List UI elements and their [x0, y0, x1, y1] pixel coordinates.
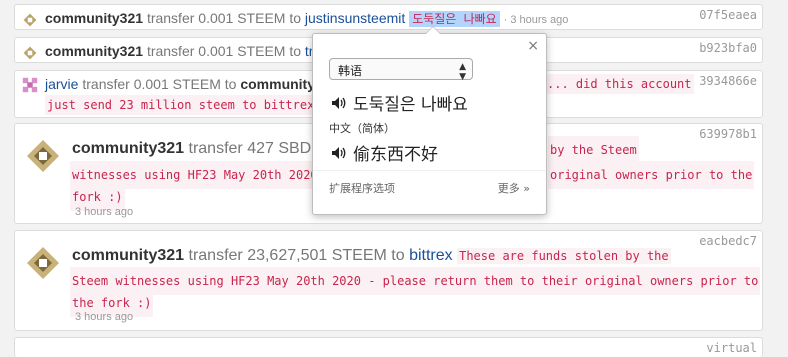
extension-options-link[interactable]: 扩展程序选项: [329, 180, 395, 196]
more-link[interactable]: 更多 »: [498, 180, 530, 196]
translation-text: 偷东西不好: [353, 145, 438, 165]
action-text: transfer 427 SBD: [188, 140, 312, 157]
memo-text: just send 23 million steem to bittrex: [45, 95, 317, 115]
memo-text: ... did this account: [545, 74, 694, 94]
row-text: community321 transfer 0.001 STEEM to jus…: [45, 5, 568, 33]
translation-row: 偷东西不好: [331, 140, 438, 165]
author-link[interactable]: community321: [72, 247, 184, 264]
transfer-row: community321 transfer 0.001 STEEM to jus…: [14, 4, 763, 30]
avatar[interactable]: [25, 245, 61, 281]
tx-hash-link[interactable]: eacbedc7: [699, 234, 757, 248]
avatar[interactable]: [21, 76, 39, 94]
language-select[interactable]: 韩语 ▲ ▼: [329, 58, 473, 82]
speaker-icon[interactable]: [331, 96, 347, 110]
row-text: community321 transfer 23,627,501 STEEM t…: [72, 243, 671, 269]
tx-hash-link[interactable]: b923bfa0: [699, 41, 757, 55]
row-text: community321 transfer 0.001 STEEM to tri…: [45, 38, 335, 64]
divider: [313, 170, 546, 171]
memo-text: by the Steem: [548, 136, 639, 164]
target-language-label: 中文（简体）: [329, 122, 395, 135]
timestamp: 3 hours ago: [75, 311, 134, 323]
close-icon[interactable]: ×: [527, 38, 539, 54]
row-text: community321 transfer 427 SBD: [72, 136, 311, 162]
recipient-link[interactable]: bittrex: [409, 247, 453, 264]
author-link[interactable]: community321: [72, 140, 184, 157]
memo-text: Steem witnesses using HF23 May 20th 2020…: [70, 267, 761, 295]
recipient-link[interactable]: justinsunsteemit: [305, 10, 405, 26]
row-text: jarvie transfer 0.001 STEEM to community…: [45, 75, 338, 93]
action-text: transfer 0.001 STEEM to: [146, 43, 302, 59]
transfer-row: virtual: [14, 337, 763, 357]
memo-text: These are funds stolen by the: [457, 248, 671, 264]
speaker-icon[interactable]: [331, 146, 347, 160]
action-text: transfer 23,627,501 STEEM to: [188, 247, 405, 264]
tx-hash-link[interactable]: 07f5eaea: [699, 8, 757, 22]
author-link[interactable]: community321: [45, 43, 143, 59]
source-row: 도둑질은 나빠요: [331, 90, 468, 115]
author-link[interactable]: jarvie: [45, 76, 78, 92]
author-link[interactable]: community321: [45, 10, 143, 26]
select-arrows-icon: ▲ ▼: [459, 62, 466, 82]
tx-hash-link[interactable]: 639978b1: [699, 127, 757, 141]
timestamp: · 3 hours ago: [503, 14, 569, 26]
avatar[interactable]: [21, 11, 39, 29]
transfer-row: community321 transfer 23,627,501 STEEM t…: [14, 230, 763, 331]
language-select-value: 韩语: [338, 64, 363, 78]
tx-hash-link[interactable]: 3934866e: [699, 74, 757, 88]
source-text: 도둑질은 나빠요: [353, 95, 468, 115]
tx-hash-link[interactable]: virtual: [706, 341, 757, 355]
action-text: transfer 0.001 STEEM to: [82, 76, 237, 92]
timestamp: 3 hours ago: [75, 206, 134, 218]
translation-popup: × 韩语 ▲ ▼ 도둑질은 나빠요 中文（简体） 偷东西不好 扩展程序选项 更多 …: [312, 26, 547, 215]
avatar[interactable]: [25, 138, 61, 174]
selected-memo[interactable]: 도둑질은 나빠요: [409, 11, 500, 27]
avatar[interactable]: [21, 44, 39, 62]
action-text: transfer 0.001 STEEM to: [146, 10, 302, 26]
memo-text: original owners prior to the: [548, 161, 755, 189]
